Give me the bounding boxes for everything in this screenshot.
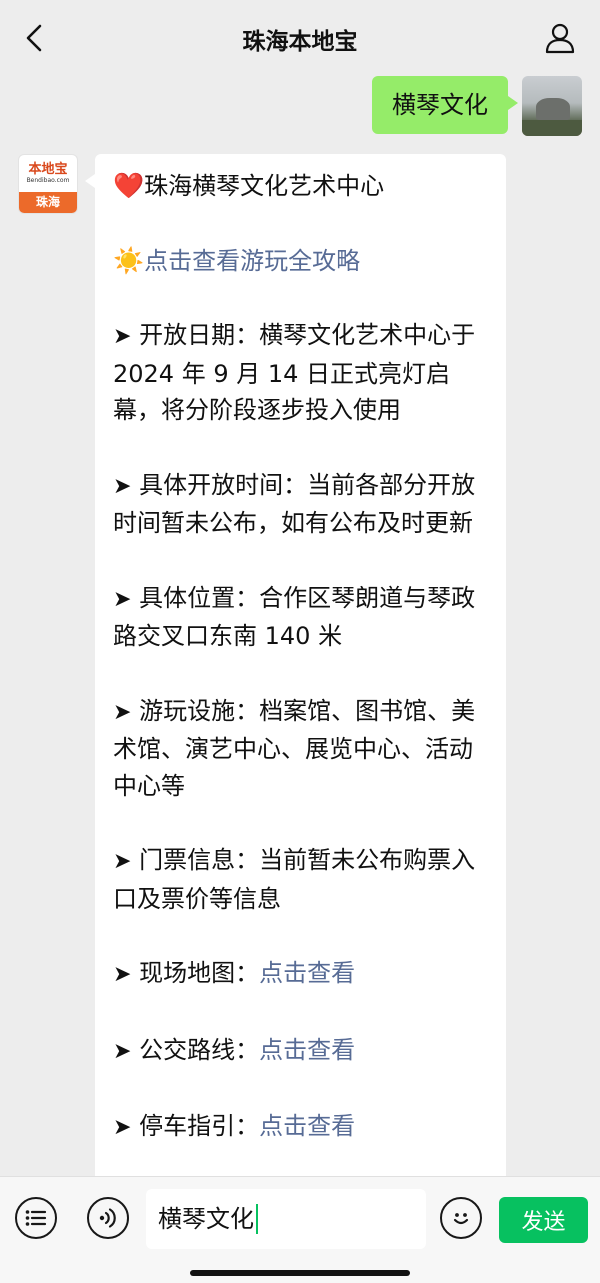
- info-item-parking: ➤ 停车指引：点击查看: [113, 1108, 488, 1147]
- logo-domain-text: Bendibao.com: [26, 177, 70, 184]
- sun-emoji-icon: ☀️: [113, 245, 145, 275]
- info-item-bus-routes: ➤ 公交路线：点击查看: [113, 1032, 488, 1071]
- smiley-icon: [453, 1213, 469, 1225]
- info-item-location: ➤ 具体位置：合作区琴朗道与琴政路交叉口东南 140 米: [113, 580, 488, 655]
- text-caret: [256, 1204, 258, 1234]
- info-label: 现场地图：: [139, 959, 260, 987]
- info-item-facilities: ➤ 游玩设施：档案馆、图书馆、美术馆、演艺中心、展览中心、活动中心等: [113, 693, 488, 805]
- arrow-icon: ➤: [113, 1038, 132, 1064]
- arrow-icon: ➤: [113, 1115, 132, 1140]
- arrow-icon: ➤: [113, 962, 132, 987]
- info-label: 门票信息：: [139, 846, 260, 874]
- menu-toggle-button[interactable]: [15, 1197, 57, 1239]
- info-item-site-map: ➤ 现场地图：点击查看: [113, 955, 488, 994]
- input-bar: 横琴文化 发送: [0, 1176, 600, 1283]
- info-label: 开放日期：: [139, 321, 260, 349]
- account-message: 本地宝 Bendibao.com 珠海 ❤️珠海横琴文化艺术中心 ☀️点击查看游…: [18, 154, 506, 1176]
- chat-header: 珠海本地宝: [0, 0, 600, 76]
- site-map-link[interactable]: 点击查看: [259, 959, 355, 987]
- info-item-opening-hours: ➤ 具体开放时间：当前各部分开放时间暂未公布，如有公布及时更新: [113, 467, 488, 542]
- info-label: 具体位置：: [139, 583, 260, 612]
- emoji-button[interactable]: [440, 1197, 482, 1239]
- my-message-bubble[interactable]: 横琴文化: [372, 76, 518, 134]
- arrow-icon: ➤: [113, 324, 132, 349]
- arrow-icon: ➤: [113, 473, 132, 499]
- voice-wave-icon: [99, 1208, 116, 1228]
- guide-line: ☀️点击查看游玩全攻略: [113, 243, 488, 280]
- info-label: 游玩设施：: [139, 696, 260, 725]
- list-menu-icon: [25, 1210, 47, 1226]
- message-list[interactable]: 横琴文化 本地宝 Bendibao.com 珠海 ❤️珠海横琴文化艺术中心 ☀️…: [0, 76, 600, 1176]
- guide-link[interactable]: 点击查看游玩全攻略: [144, 247, 360, 275]
- info-label: 具体开放时间：: [139, 470, 308, 499]
- avatar-rock-shape: [536, 98, 570, 120]
- profile-button[interactable]: [540, 18, 580, 58]
- info-item-tickets: ➤ 门票信息：当前暂未公布购票入口及票价等信息: [113, 842, 488, 917]
- person-icon: [545, 23, 575, 54]
- info-label: 停车指引：: [139, 1112, 260, 1140]
- my-message: 横琴文化: [372, 76, 582, 136]
- avatar-ground-shape: [522, 120, 582, 136]
- info-label: 公交路线：: [139, 1035, 260, 1064]
- voice-input-button[interactable]: [87, 1197, 129, 1239]
- logo-city-text: 珠海: [19, 192, 77, 213]
- bus-routes-link[interactable]: 点击查看: [259, 1036, 355, 1064]
- heart-emoji-icon: ❤️: [113, 171, 145, 200]
- logo-top: 本地宝 Bendibao.com: [19, 155, 77, 192]
- arrow-icon: ➤: [113, 699, 132, 725]
- reply-bubble[interactable]: ❤️珠海横琴文化艺术中心 ☀️点击查看游玩全攻略 ➤ 开放日期：横琴文化艺术中心…: [85, 154, 506, 1176]
- arrow-icon: ➤: [113, 849, 132, 874]
- info-item-opening-date: ➤ 开放日期：横琴文化艺术中心于 2024 年 9 月 14 日正式亮灯启幕，将…: [113, 317, 488, 429]
- home-indicator[interactable]: [190, 1270, 410, 1276]
- chat-title: 珠海本地宝: [242, 29, 358, 55]
- send-button[interactable]: 发送: [499, 1197, 588, 1243]
- logo-main-text: 本地宝: [28, 162, 68, 177]
- account-avatar[interactable]: 本地宝 Bendibao.com 珠海: [18, 154, 78, 214]
- reply-title: 珠海横琴文化艺术中心: [144, 172, 385, 200]
- my-avatar[interactable]: [522, 76, 582, 136]
- arrow-icon: ➤: [113, 586, 132, 612]
- reply-title-line: ❤️珠海横琴文化艺术中心: [113, 168, 488, 205]
- message-input-value: 横琴文化: [158, 1205, 254, 1233]
- parking-link[interactable]: 点击查看: [259, 1112, 355, 1140]
- message-input[interactable]: 横琴文化: [146, 1189, 426, 1249]
